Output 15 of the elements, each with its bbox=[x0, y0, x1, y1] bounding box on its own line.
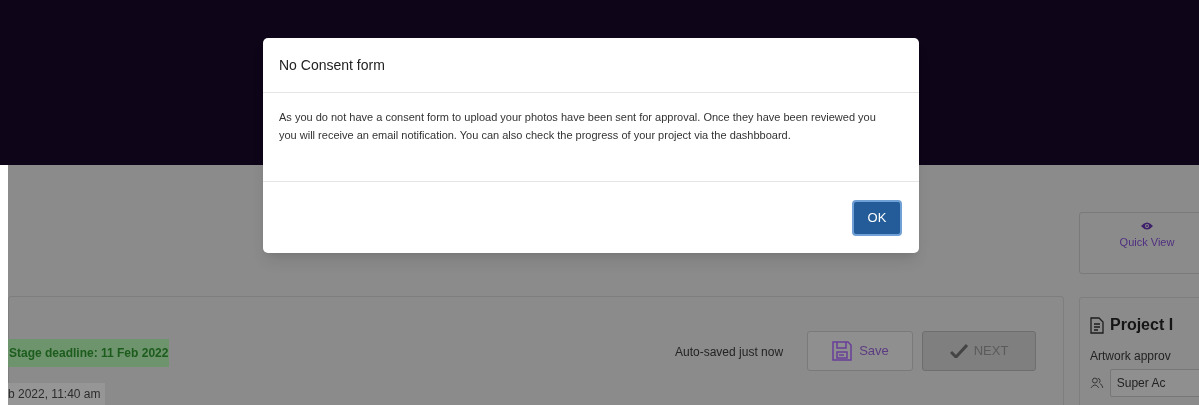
autosave-status: Auto-saved just now bbox=[675, 344, 784, 361]
check-icon bbox=[949, 344, 968, 358]
dialog-title: No Consent form bbox=[279, 55, 385, 75]
ok-button[interactable]: OK bbox=[852, 199, 902, 236]
deadline-badge: Stage deadline: 11 Feb 2022 bbox=[8, 339, 170, 367]
approver-select[interactable]: Super Ac bbox=[1109, 369, 1199, 397]
panel-title: Project I bbox=[1110, 315, 1174, 335]
quick-view-link[interactable]: Quick View bbox=[1119, 234, 1175, 251]
users-icon bbox=[1090, 377, 1104, 389]
date-label: b 2022, 11:40 am bbox=[8, 383, 105, 405]
eye-icon bbox=[1140, 221, 1154, 231]
field-label: Artwork approv bbox=[1090, 348, 1172, 365]
dialog-message: As you do not have a consent form to upload your photos have been sent for approval. Once they have been reviewed you you will receive an email notification. You can also check the progress of your project via the dashbboard. bbox=[279, 110, 877, 143]
save-button[interactable]: Save bbox=[807, 331, 913, 371]
document-icon bbox=[1090, 316, 1104, 334]
